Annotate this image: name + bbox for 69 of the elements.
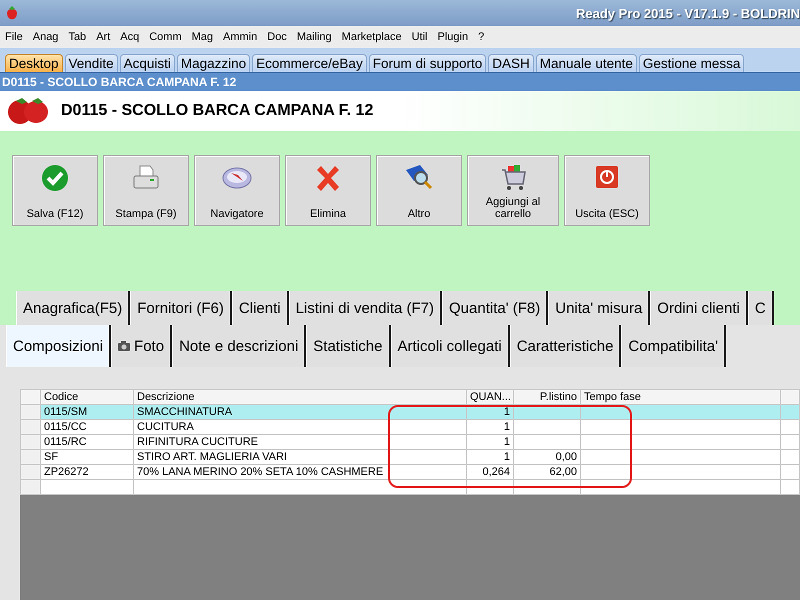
window-title: Ready Pro 2015 - V17.1.9 - BOLDRIN — [576, 6, 800, 20]
menu-item[interactable]: Mag — [192, 31, 214, 43]
tab[interactable]: Composizioni — [6, 325, 112, 367]
table-cell: CUCITURA — [134, 420, 466, 434]
tab[interactable]: Ordini clienti — [650, 291, 748, 325]
menu-item[interactable]: ? — [478, 31, 484, 43]
tab[interactable]: Quantita' (F8) — [442, 291, 548, 325]
menu-item[interactable]: File — [5, 31, 23, 43]
tab[interactable]: Statistiche — [306, 325, 390, 367]
compass-button[interactable]: Navigatore — [194, 155, 280, 226]
main-tab[interactable]: Gestione messa — [638, 54, 744, 72]
book-button[interactable]: Altro — [376, 155, 462, 226]
menu-item[interactable]: Mailing — [296, 31, 332, 43]
menu-item[interactable]: Doc — [267, 31, 287, 43]
main-tab[interactable]: Forum di supporto — [368, 54, 486, 72]
table-cell: 0115/CC — [40, 420, 134, 434]
column-header[interactable]: QUAN... — [466, 390, 514, 404]
table-cell: 0,00 — [514, 450, 580, 464]
tab[interactable]: Clienti — [232, 291, 289, 325]
tab[interactable]: Fornitori (F6) — [130, 291, 232, 325]
main-tab[interactable]: Desktop — [5, 54, 63, 72]
tab[interactable]: Foto — [111, 325, 172, 367]
column-header[interactable]: Codice — [40, 390, 134, 404]
tab[interactable]: Compatibilita' — [621, 325, 726, 367]
main-tab[interactable]: Magazzino — [176, 54, 250, 72]
record-title: D0115 - SCOLLO BARCA CAMPANA F. 12 — [61, 102, 374, 120]
menu-item[interactable]: Plugin — [437, 31, 468, 43]
main-tab[interactable]: Ecommerce/eBay — [252, 54, 367, 72]
tab[interactable]: Note e descrizioni — [172, 325, 306, 367]
table-cell: 70% LANA MERINO 20% SETA 10% CASHMERE — [134, 464, 466, 480]
menu-item[interactable]: Marketplace — [342, 31, 402, 43]
main-tab[interactable]: Manuale utente — [536, 54, 637, 72]
table-cell: 0,264 — [466, 464, 514, 480]
tab[interactable]: Unita' misura — [548, 291, 650, 325]
tab[interactable]: Caratteristiche — [510, 325, 622, 367]
main-tab[interactable]: Acquisti — [120, 54, 175, 72]
table-cell: SMACCHINATURA — [134, 404, 466, 420]
save-button[interactable]: Salva (F12) — [12, 155, 98, 226]
table-cell: 1 — [466, 434, 514, 450]
delete-button[interactable]: Elimina — [285, 155, 371, 226]
menu-item[interactable]: Anag — [32, 31, 58, 43]
menu-item[interactable]: Ammin — [223, 31, 258, 43]
table-cell: 0115/SM — [40, 404, 134, 420]
cart-button[interactable]: Aggiungi al carrello — [467, 155, 559, 226]
menu-item[interactable]: Tab — [68, 31, 86, 43]
menu-item[interactable]: Art — [96, 31, 110, 43]
document-bar: D0115 - SCOLLO BARCA CAMPANA F. 12 — [0, 72, 800, 91]
print-button[interactable]: Stampa (F9) — [103, 155, 189, 226]
column-header[interactable]: P.listino — [514, 390, 580, 404]
menu-item[interactable]: Acq — [120, 31, 140, 43]
column-header[interactable]: Descrizione — [134, 390, 466, 404]
table-cell: RIFINITURA CUCITURE — [134, 434, 466, 450]
main-tab[interactable]: Vendite — [64, 54, 118, 72]
tab[interactable]: C — [748, 291, 774, 325]
main-tab[interactable]: DASH — [488, 54, 534, 72]
table-cell: SF — [40, 450, 134, 464]
menu-item[interactable]: Util — [412, 31, 428, 43]
table-cell: ZP26272 — [40, 464, 134, 480]
column-header[interactable]: Tempo fase — [580, 390, 780, 404]
table-cell: 1 — [466, 450, 514, 464]
tab[interactable]: Articoli collegati — [390, 325, 510, 367]
table-cell: 62,00 — [514, 464, 580, 480]
table-cell: 0115/RC — [40, 434, 134, 450]
table-cell: 1 — [466, 420, 514, 434]
tab[interactable]: Listini di vendita (F7) — [288, 291, 442, 325]
table-cell: STIRO ART. MAGLIERIA VARI — [134, 450, 466, 464]
exit-button[interactable]: Uscita (ESC) — [564, 155, 650, 226]
menu-item[interactable]: Comm — [149, 31, 182, 43]
tab[interactable]: Anagrafica(F5) — [16, 291, 130, 325]
